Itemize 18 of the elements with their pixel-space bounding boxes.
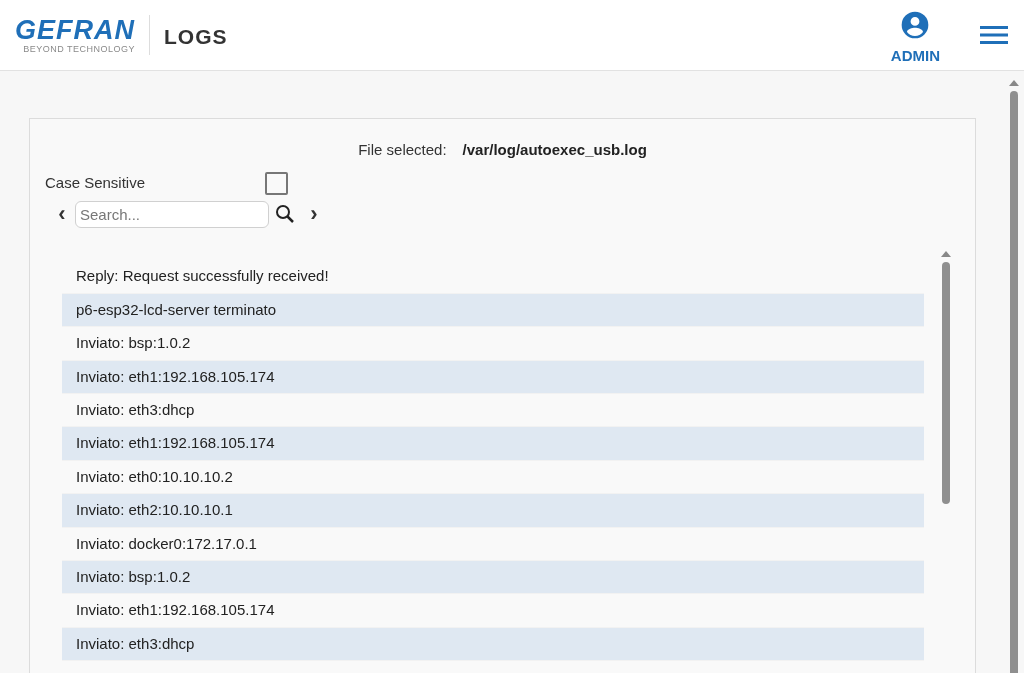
log-line: Inviato: eth1:192.168.105.174: [62, 594, 924, 628]
case-sensitive-checkbox[interactable]: [265, 171, 288, 195]
search-icon[interactable]: [275, 204, 295, 224]
logo-tagline: BEYOND TECHNOLOGY: [23, 43, 135, 55]
scroll-up-icon[interactable]: [1009, 79, 1019, 87]
menu-icon[interactable]: [980, 25, 1008, 45]
case-sensitive-label: Case Sensitive: [45, 172, 147, 193]
file-label: File selected:: [358, 140, 447, 160]
previous-button[interactable]: ‹: [55, 203, 69, 225]
search-field[interactable]: Search...: [75, 200, 269, 228]
page-title: LOGS: [164, 24, 228, 51]
next-button[interactable]: ›: [307, 203, 321, 225]
scroll-up-icon[interactable]: [941, 249, 951, 258]
log-line: Inviato: bsp:1.0.2: [62, 327, 924, 361]
log-line: Reply: Request successfully received!: [62, 260, 924, 294]
file-path: /var/log/autoexec_usb.log: [462, 140, 647, 160]
logo-text: GEFRAN: [15, 15, 135, 44]
user-button[interactable]: ADMIN: [890, 8, 940, 68]
